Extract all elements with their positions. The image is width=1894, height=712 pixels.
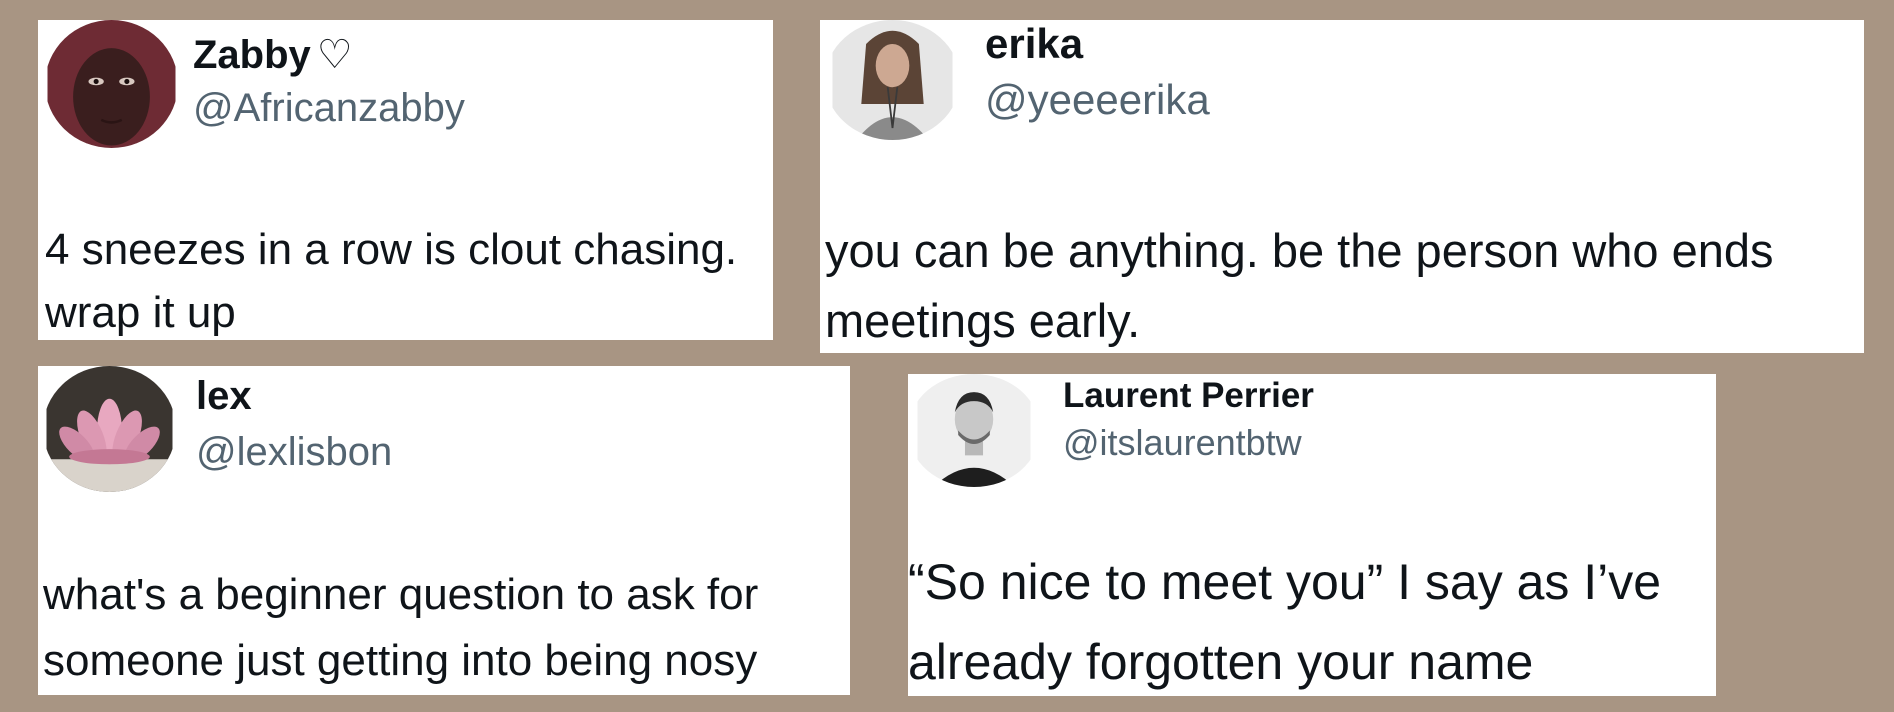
tweet-text: “So nice to meet you” I say as I’ve alre… (908, 554, 1662, 690)
avatar[interactable] (43, 366, 176, 492)
avatar[interactable] (908, 374, 1040, 487)
tweet-card-laurent-perrier[interactable]: Laurent Perrier @itslaurentbtw “So nice … (908, 374, 1716, 696)
lotus-icon (46, 366, 173, 492)
user-handle[interactable]: @lexlisbon (196, 430, 392, 475)
tweet-card-erika[interactable]: erika @yeeeerika you can be anything. be… (820, 20, 1864, 353)
profile-photo-icon (47, 20, 176, 148)
user-handle[interactable]: @Africanzabby (193, 86, 465, 131)
profile-photo-icon (917, 374, 1031, 487)
tweet-card-zabby[interactable]: Zabby ♡ @Africanzabby 4 sneezes in a row … (38, 20, 773, 340)
tweet-text: what's a beginner question to ask for so… (43, 570, 759, 685)
tweet-text: you can be anything. be the person who e… (825, 224, 1774, 347)
avatar[interactable] (45, 20, 178, 148)
display-name[interactable]: erika (985, 20, 1083, 68)
display-name[interactable]: lex (196, 374, 252, 419)
profile-photo-icon (832, 20, 953, 140)
tweet-text: 4 sneezes in a row is clout chasing. wra… (45, 225, 738, 337)
heart-icon: ♡ (316, 33, 353, 77)
avatar[interactable] (825, 20, 960, 140)
display-name[interactable]: Laurent Perrier (1063, 376, 1314, 416)
tweet-card-lex[interactable]: lex @lexlisbon what's a beginner questio… (38, 366, 850, 695)
display-name[interactable]: Zabby ♡ (193, 32, 353, 78)
user-handle[interactable]: @yeeeerika (985, 76, 1210, 124)
user-handle[interactable]: @itslaurentbtw (1063, 422, 1302, 464)
